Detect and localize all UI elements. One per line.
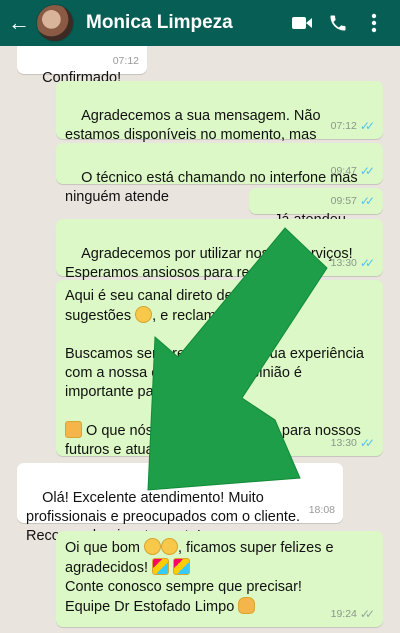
message-meta: 07:12 ✓✓ [331,117,375,136]
more-vert-icon[interactable] [356,0,392,46]
phone-icon[interactable] [320,0,356,46]
read-ticks-icon: ✓✓ [359,436,375,450]
message-time: 19:24 [330,608,357,620]
message-text: O que nós podemos melhorar para nossos f… [65,423,361,458]
message-time: 13:30 [330,257,357,269]
read-ticks-icon: ✓✓ [359,164,375,178]
party-popper-emoji-icon [173,558,191,575]
message-list[interactable]: Confirmado! 07:12 Agradecemos a sua mens… [0,46,400,633]
message-line: Aqui é seu canal direto de elogios [65,288,283,304]
message-text: , e reclamações. [152,308,259,324]
contact-name[interactable]: Monica Limpeza [86,12,284,34]
message-meta: 19:24 ✓✓ [331,605,375,624]
message-meta: 18:08 [309,501,335,520]
message-line: Oi que bom , ficamos super felizes e agr… [65,538,374,578]
message-meta: 07:12 [113,52,139,71]
delivered-ticks-icon: ✓✓ [359,607,375,621]
message-time: 09:57 [330,195,357,207]
message-line: Conte conosco sempre que precisar! [65,579,302,595]
incoming-message[interactable]: Olá! Excelente atendimento! Muito profis… [17,463,343,544]
outgoing-message[interactable]: Aqui é seu canal direto de elogios suges… [56,280,383,458]
message-meta: 13:30 ✓✓ [331,434,375,453]
avatar[interactable] [36,4,74,42]
message-meta: 09:57 ✓✓ [331,192,375,211]
arrow-left-icon[interactable]: ← [8,0,30,46]
outgoing-message[interactable]: O técnico está chamando no interfone mas… [56,143,383,205]
cleaner-person-emoji-icon [238,597,256,614]
read-ticks-icon: ✓✓ [359,119,375,133]
video-call-icon[interactable] [284,0,320,46]
grinning-emoji-icon [144,538,161,555]
read-ticks-icon: ✓✓ [359,194,375,208]
message-time: 07:12 [330,120,357,132]
grinning-emoji-icon [161,538,178,555]
message-line: Buscamos sempre melhorar a sua experiênc… [65,346,364,400]
outgoing-message[interactable]: Agradecemos a sua mensagem. Não estamos … [56,81,383,162]
message-meta: 09:47 ✓✓ [331,162,375,181]
message-meta: 13:30 ✓✓ [331,254,375,273]
chat-header: ← Monica Limpeza [0,0,400,46]
read-ticks-icon: ✓✓ [359,256,375,270]
message-text: Equipe Dr Estofado Limpo [65,599,235,615]
message-time: 18:08 [308,504,335,516]
party-popper-emoji-icon [152,558,170,575]
thinking-emoji-icon [135,306,153,323]
message-line: Equipe Dr Estofado Limpo [65,597,374,617]
message-time: 09:47 [330,165,357,177]
outgoing-message[interactable]: Já atendeu 09:57 ✓✓ [249,188,383,228]
message-text: Oi que bom [65,540,140,556]
message-text: sugestões [65,308,132,324]
incoming-message[interactable]: Confirmado! 07:12 [17,46,147,86]
message-line: sugestões , e reclamações. [65,306,374,326]
message-line: O que nós podemos melhorar para nossos f… [65,421,374,460]
outgoing-message[interactable]: Agradecemos por utilizar nossos serviços… [56,219,383,300]
pointing-hand-emoji-icon [65,421,82,438]
outgoing-message[interactable]: Oi que bom , ficamos super felizes e agr… [56,531,383,627]
message-time: 07:12 [112,55,139,67]
message-time: 13:30 [330,437,357,449]
